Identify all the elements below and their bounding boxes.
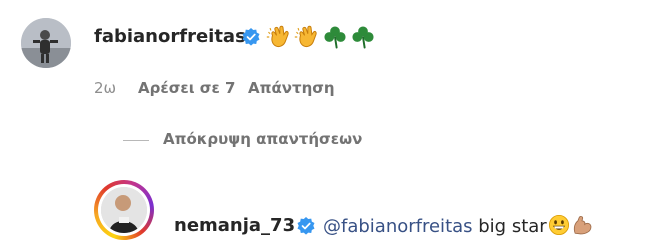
clapping-hands-icon bbox=[266, 25, 289, 48]
reply-text: @fabianorfreitas big star bbox=[323, 214, 593, 237]
comment-likes[interactable]: Αρέσει σε 7 bbox=[138, 79, 236, 97]
comment-username[interactable]: fabianorfreitas bbox=[94, 26, 246, 47]
replies-divider bbox=[123, 140, 149, 141]
reply-username[interactable]: nemanja_73 bbox=[174, 215, 295, 236]
mention-link[interactable]: @fabianorfreitas bbox=[323, 216, 473, 237]
shamrock-icon bbox=[352, 26, 374, 49]
avatar-photo bbox=[101, 187, 147, 233]
reply-button[interactable]: Απάντηση bbox=[248, 79, 335, 97]
avatar-photo bbox=[21, 18, 71, 68]
flexed-biceps-icon bbox=[573, 216, 592, 235]
clapping-hands-icon bbox=[294, 25, 317, 48]
verified-badge-icon bbox=[297, 217, 315, 235]
grinning-face-icon bbox=[548, 214, 569, 236]
reply-body: big star bbox=[472, 216, 547, 237]
comment-emojis bbox=[266, 24, 376, 52]
comment-timestamp[interactable]: 2ω bbox=[94, 79, 116, 97]
hide-replies-button[interactable]: Απόκρυψη απαντήσεων bbox=[163, 130, 362, 148]
shamrock-icon bbox=[324, 26, 346, 49]
avatar-fabianorfreitas[interactable] bbox=[21, 18, 71, 68]
avatar-nemanja_73[interactable] bbox=[94, 180, 154, 240]
verified-badge-icon bbox=[242, 28, 260, 46]
